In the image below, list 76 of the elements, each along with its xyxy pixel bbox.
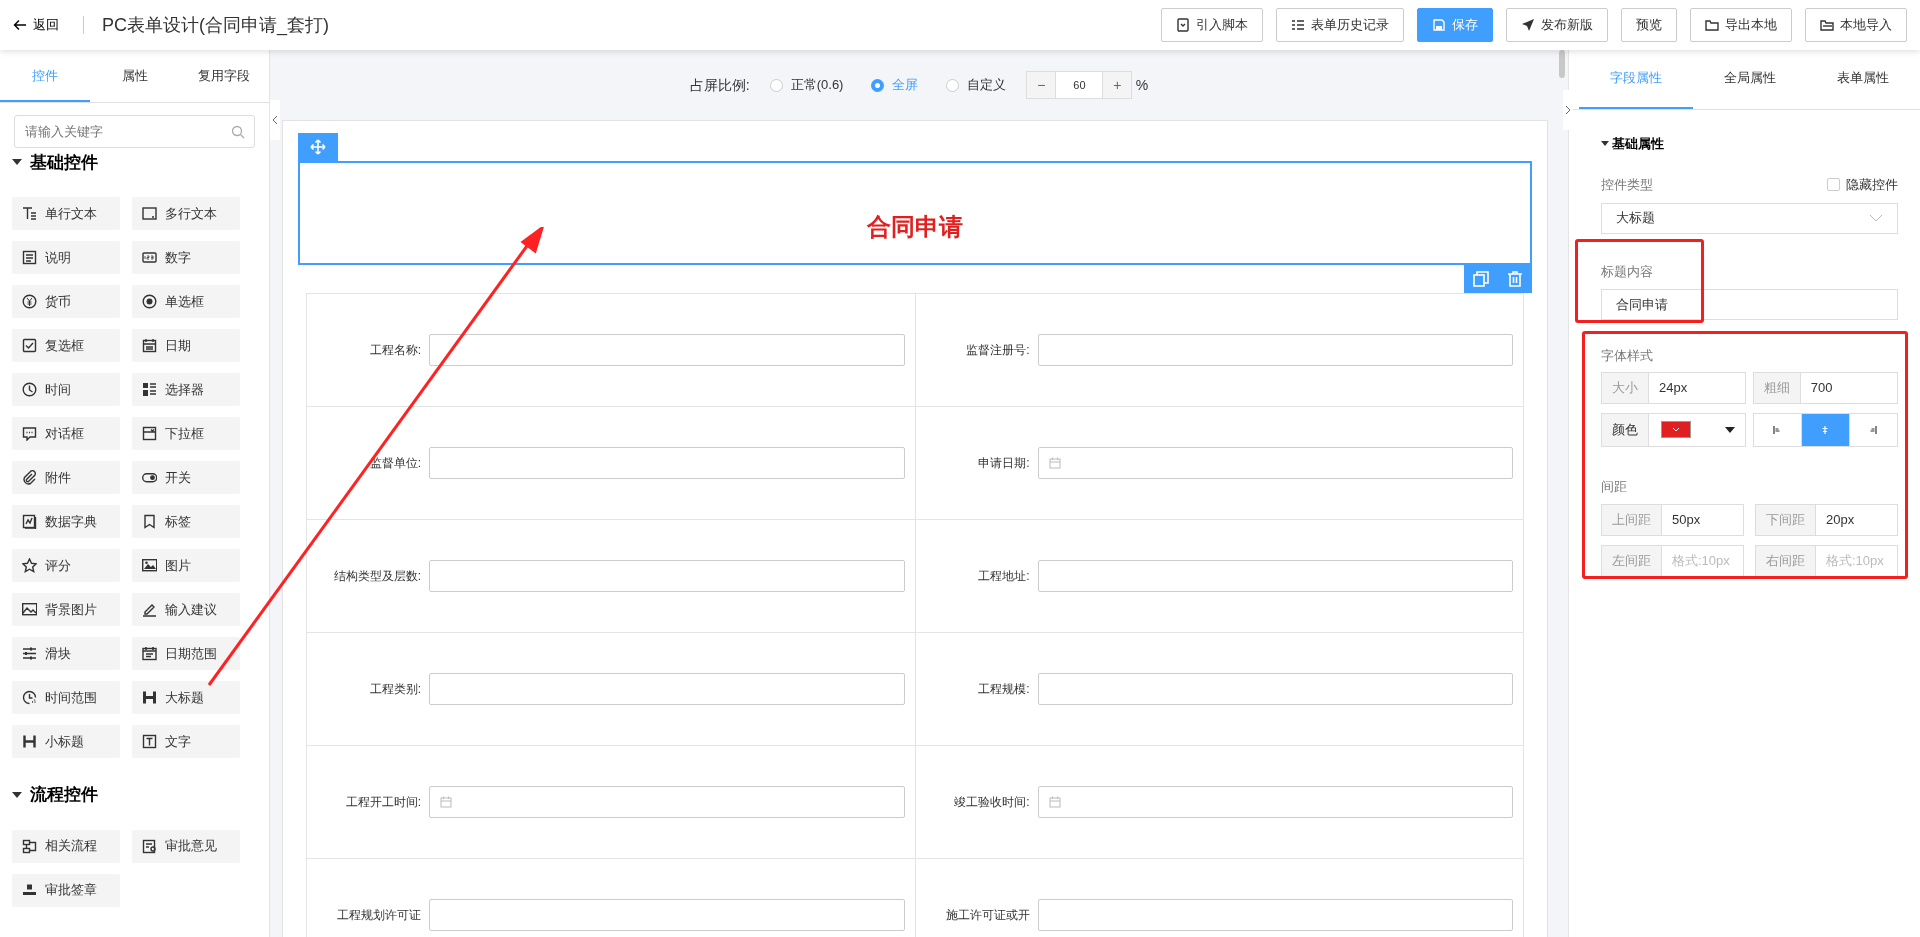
panel-tab[interactable]: 属性 [89, 50, 180, 102]
control-item[interactable]: 说明 [12, 241, 120, 274]
field-label: 工程名称: [368, 342, 421, 359]
field-label: 竣工验收时间: [953, 794, 1030, 811]
addon-input[interactable]: 上间距 50px [1601, 504, 1744, 536]
field-label: 施工许可证或开 [944, 907, 1030, 924]
group-header[interactable]: 流程控件 [0, 780, 110, 810]
control-item[interactable]: 滑块 [12, 637, 120, 670]
toolbar-button[interactable]: 预览 [1621, 8, 1677, 42]
control-item[interactable]: 对话框 [12, 417, 120, 450]
page-title: PC表单设计(合同申请_套打) [102, 13, 329, 38]
addon-input[interactable]: 大小 24px [1601, 371, 1747, 404]
toolbar-button[interactable]: 引入脚本 [1161, 8, 1263, 42]
decrement-button[interactable]: − [1027, 72, 1056, 98]
field-label: 工程开工时间: [344, 794, 421, 811]
control-item[interactable]: 小标题 [12, 725, 120, 758]
control-item[interactable]: 下拉框 [132, 417, 240, 450]
control-item[interactable]: 图片 [132, 549, 240, 582]
field-label: 结构类型及层数: [332, 568, 421, 585]
control-item[interactable]: 日期 [132, 329, 240, 362]
addon-input[interactable]: 下间距 20px [1755, 504, 1898, 536]
group-header[interactable]: 基础控件 [0, 147, 110, 177]
control-item[interactable]: 附件 [12, 461, 120, 494]
radio-option[interactable]: 自定义 [938, 75, 1015, 95]
control-item[interactable]: 日期范围 [132, 637, 240, 670]
control-item[interactable]: 背景图片 [12, 593, 120, 626]
toolbar-button[interactable]: 表单历史记录 [1276, 8, 1404, 42]
panel-tab[interactable]: 复用字段 [179, 50, 269, 102]
panel-tab[interactable]: 表单属性 [1806, 50, 1920, 109]
control-item[interactable]: 输入建议 [132, 593, 240, 626]
field-label: 控件类型 [1601, 176, 1653, 194]
toolbar-button[interactable]: 发布新版 [1506, 8, 1608, 42]
control-item[interactable]: 开关 [132, 461, 240, 494]
radio-option[interactable]: 正常(0.6) [761, 75, 852, 95]
type-select[interactable]: 大标题 [1601, 202, 1898, 234]
panel-tab[interactable]: 全局属性 [1692, 50, 1807, 109]
form-title: 合同申请 [867, 212, 963, 242]
control-item[interactable]: 选择器 [132, 373, 240, 406]
control-item[interactable]: 审批意见 [132, 829, 240, 863]
search-field[interactable]: 请输入关键字 [14, 114, 255, 148]
unit-label: % [1135, 75, 1149, 95]
hide-checkbox[interactable]: 隐藏控件 [1826, 175, 1898, 195]
section-label: 间距 [1601, 477, 1628, 496]
color-picker[interactable]: 颜色 [1601, 412, 1747, 447]
field-label: 工程规划许可证 [336, 907, 421, 924]
toolbar-button[interactable]: 本地导入 [1805, 8, 1907, 42]
number-stepper[interactable]: − 60 + [1026, 71, 1133, 99]
addon-input[interactable]: 粗细 700 [1752, 371, 1898, 404]
control-item[interactable]: 数据字典 [12, 505, 120, 538]
control-item[interactable]: 多行文本 [132, 197, 240, 230]
control-item[interactable]: 数字 [132, 241, 240, 274]
increment-button[interactable]: + [1103, 72, 1132, 98]
control-item[interactable]: 大标题 [132, 681, 240, 714]
ratio-label: 占屏比例: [689, 75, 750, 95]
control-item[interactable]: 时间范围 [12, 681, 120, 714]
control-item[interactable]: 货币 [12, 285, 120, 318]
field-label: 标题内容 [1601, 262, 1654, 281]
section-label: 字体样式 [1601, 347, 1654, 365]
control-item[interactable]: 标签 [132, 505, 240, 538]
title-input[interactable]: 合同申请 [1601, 289, 1898, 320]
control-item[interactable]: 复选框 [12, 329, 120, 362]
control-item[interactable]: 单行文本 [12, 197, 120, 230]
back-button[interactable]: 返回 [6, 14, 65, 36]
field-label: 工程地址: [977, 568, 1030, 585]
section-header[interactable]: 基础属性 [1601, 133, 1665, 153]
control-item[interactable]: 评分 [12, 549, 120, 582]
field-label: 工程类别: [368, 681, 421, 698]
control-item[interactable]: 时间 [12, 373, 120, 406]
control-item[interactable]: 审批签章 [12, 873, 120, 907]
field-label: 监督注册号: [965, 342, 1030, 359]
field-label: 工程规模: [977, 681, 1030, 698]
control-item[interactable]: 文字 [132, 725, 240, 758]
toolbar-button[interactable]: 导出本地 [1690, 8, 1792, 42]
field-label: 申请日期: [977, 455, 1030, 472]
control-item[interactable]: 相关流程 [12, 829, 120, 863]
control-item[interactable]: 单选框 [132, 285, 240, 318]
